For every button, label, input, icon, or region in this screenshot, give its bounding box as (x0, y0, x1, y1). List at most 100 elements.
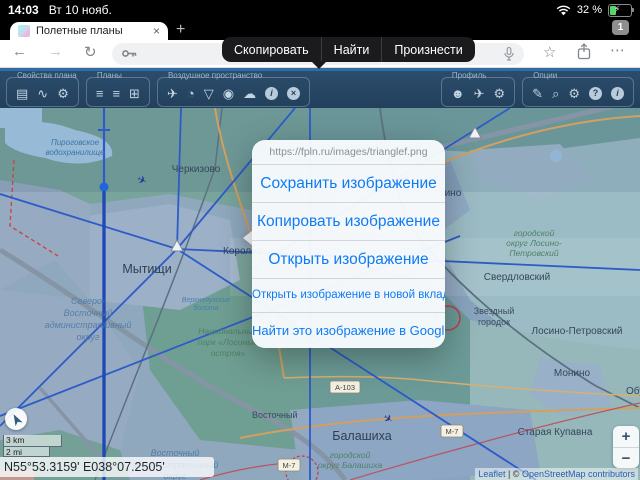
map-label: Пироговское (51, 138, 100, 147)
map-label: округ (77, 332, 100, 342)
map-label: Верхнеяузские (182, 297, 231, 304)
map-label: остров» (211, 348, 246, 358)
map-label: Северо- (71, 296, 105, 306)
app-toolbar: Свойства плана ▤ ∿ ⚙ Планы ≡ ≡ ⊞ Воздушн… (0, 68, 640, 108)
navigation-arrow-icon (10, 413, 23, 426)
map-label: Восточный (64, 308, 113, 318)
close-circle-icon[interactable]: × (287, 87, 300, 100)
plane-departure-icon[interactable]: ✈ (167, 87, 178, 100)
copy-button[interactable]: Скопировать (222, 43, 321, 57)
clock: 14:03 (8, 3, 39, 17)
zoom-out-button[interactable]: − (613, 448, 639, 468)
search-icon[interactable]: ⌕ (552, 87, 559, 100)
save-image-button[interactable]: Сохранить изображение (252, 164, 445, 202)
map-label: Черкизово (172, 164, 221, 175)
group-airspace: Воздушное пространство ✈ ◔ ▽ ◉ ☁ i × (157, 77, 310, 107)
zoom-in-button[interactable]: + (613, 426, 639, 448)
bookmark-star-icon[interactable]: ☆ (543, 43, 556, 61)
wifi-icon (556, 5, 571, 16)
group-label: Профиль (449, 71, 490, 80)
selection-menu-caret (311, 61, 327, 69)
speak-button[interactable]: Произнести (382, 43, 474, 57)
battery-icon: ⚡ (608, 4, 632, 17)
group-label: Опции (530, 71, 560, 80)
selection-menu: Скопировать Найти Произнести (222, 37, 475, 62)
forward-button[interactable]: → (48, 43, 63, 60)
pie-chart-icon[interactable]: ◔ (187, 87, 195, 100)
info-icon[interactable]: i (265, 87, 278, 100)
screen: 14:03 Вт 10 нояб. 32 % ⚡ Полетные планы … (0, 0, 640, 480)
key-icon (122, 49, 138, 58)
site-favicon (18, 25, 30, 37)
scale-bar-km: 3 km (3, 435, 62, 447)
list-icon[interactable]: ≡ (112, 87, 120, 100)
map-attribution: Leaflet | © OpenStreetMap contributors (475, 468, 638, 480)
map-label: административный (45, 320, 132, 330)
map-label: округ Балашиха (318, 460, 383, 470)
menu-dots-icon[interactable]: ⋯ (610, 41, 626, 59)
tab-title: Полетные планы (36, 25, 147, 37)
map-label: городской (514, 228, 555, 238)
group-plans: Планы ≡ ≡ ⊞ (86, 77, 150, 107)
map-label: Национальный (198, 326, 258, 336)
tab-switcher-button[interactable]: 1 (612, 20, 629, 35)
user-icon[interactable]: ☻ (451, 87, 465, 100)
file-icon[interactable]: ▤ (16, 87, 28, 100)
group-label: Свойства плана (14, 71, 80, 80)
ordered-list-icon[interactable]: ≡ (96, 87, 104, 100)
map-label: Монино (554, 368, 591, 379)
find-button[interactable]: Найти (322, 43, 382, 57)
plane-icon[interactable]: ✈ (474, 87, 485, 100)
map-label: парк «Лосиный (198, 337, 259, 347)
svg-text:М-7: М-7 (283, 461, 296, 470)
status-bar: 14:03 Вт 10 нояб. 32 % ⚡ (0, 0, 640, 20)
add-plan-icon[interactable]: ⊞ (129, 87, 140, 100)
group-options: Опции ✎ ⌕ ⚙ ? i (522, 77, 634, 107)
group-label: Планы (94, 71, 125, 80)
svg-text:А-103: А-103 (335, 383, 355, 392)
search-image-google-button[interactable]: Найти это изображение в Google (252, 312, 445, 348)
group-plan-properties: Свойства плана ▤ ∿ ⚙ (6, 77, 79, 107)
open-image-new-tab-button[interactable]: Открыть изображение в новой вкладке (252, 278, 445, 312)
mic-icon[interactable] (504, 47, 514, 61)
zoom-control: + − (613, 426, 639, 468)
leaflet-link[interactable]: Leaflet (478, 469, 505, 479)
map-label: округ Лосино- (506, 238, 562, 248)
locate-me-button[interactable] (5, 408, 27, 430)
new-tab-button[interactable]: + (176, 21, 185, 39)
map-label: городок (478, 317, 510, 327)
map-label: Балашиха (332, 429, 392, 443)
map-label: Мытищи (122, 262, 171, 276)
image-context-menu: https://fpln.ru/images/trianglef.png Сох… (252, 140, 445, 348)
reload-button[interactable]: ↻ (84, 43, 97, 61)
map-label: Звездный (474, 306, 515, 316)
map-label: Старая Купавна (518, 427, 593, 438)
map-label: городской (330, 450, 371, 460)
date: Вт 10 нояб. (49, 3, 112, 17)
tab-close-icon[interactable]: × (153, 25, 160, 37)
filter-icon[interactable]: ▽ (204, 87, 214, 100)
cursor-coordinates: N55°53.3159' E038°07.2505' (0, 457, 214, 477)
open-image-button[interactable]: Открыть изображение (252, 240, 445, 278)
info-icon[interactable]: i (611, 87, 624, 100)
scale-bar-mi: 2 mi (3, 447, 50, 457)
settings-icon[interactable]: ⚙ (494, 87, 506, 100)
gear-icon[interactable]: ⚙ (568, 87, 580, 100)
help-icon[interactable]: ? (589, 87, 602, 100)
map-label: Свердловский (484, 272, 550, 283)
cloud-icon[interactable]: ☁ (243, 87, 256, 100)
context-menu-url: https://fpln.ru/images/trianglef.png (252, 140, 445, 164)
share-icon[interactable] (577, 43, 591, 60)
osm-link[interactable]: OpenStreetMap contributors (522, 469, 635, 479)
map-pin-icon[interactable]: ◉ (223, 87, 234, 100)
route-icon[interactable]: ∿ (37, 87, 48, 100)
tab-flight-plans[interactable]: Полетные планы × (10, 22, 168, 40)
copy-image-button[interactable]: Копировать изображение (252, 202, 445, 240)
map-label: водохранилище (45, 148, 105, 157)
gears-icon[interactable]: ⚙ (57, 87, 69, 100)
measure-icon[interactable]: ✎ (532, 87, 543, 100)
attribution-separator: | © (505, 469, 521, 479)
map-label: Восточный (252, 410, 298, 420)
back-button[interactable]: ← (12, 43, 27, 60)
map-label: Обухово (626, 385, 640, 397)
